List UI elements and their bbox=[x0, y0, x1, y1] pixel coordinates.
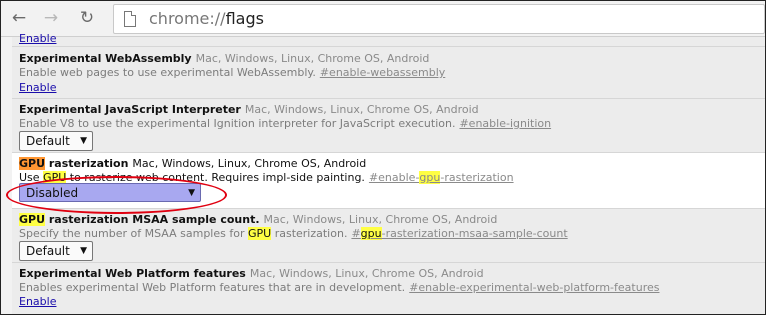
experiment-description: Specify the number of MSAA samples for G… bbox=[19, 227, 568, 240]
experiment-partial: Enable bbox=[12, 32, 765, 47]
dropdown-arrow-icon: ▼ bbox=[80, 246, 87, 256]
enable-link[interactable]: Enable bbox=[19, 32, 56, 45]
experiment-platforms: Mac, Windows, Linux, Chrome OS, Android bbox=[195, 52, 430, 65]
experiment-title: Experimental JavaScript Interpreter Mac, … bbox=[19, 103, 479, 116]
browser-window: ← → ↻ chrome://flags Enable Experimental… bbox=[0, 0, 766, 315]
experiment-description: Enable V8 to use the experimental Igniti… bbox=[19, 117, 552, 130]
experiment-anchor[interactable]: #enable-webassembly bbox=[320, 66, 445, 79]
enable-link[interactable]: Enable bbox=[19, 295, 56, 308]
experiment-platforms: Mac, Windows, Linux, Chrome OS, Android bbox=[249, 267, 484, 280]
dropdown-arrow-icon: ▼ bbox=[80, 136, 87, 146]
experiment-web-platform: Experimental Web Platform features Mac, W… bbox=[12, 263, 765, 314]
experiment-anchor[interactable]: #gpu-rasterization-msaa-sample-count bbox=[351, 227, 568, 240]
experiment-js-interpreter: Experimental JavaScript Interpreter Mac, … bbox=[12, 99, 765, 153]
experiment-webassembly: Experimental WebAssembly Mac, Windows, Li… bbox=[12, 47, 765, 99]
forward-arrow-icon[interactable]: → bbox=[42, 9, 60, 27]
experiment-platforms: Mac, Windows, Linux, Chrome OS, Android bbox=[263, 213, 498, 226]
select-value: Default bbox=[26, 134, 70, 148]
experiment-anchor[interactable]: #enable-experimental-web-platform-featur… bbox=[409, 281, 659, 294]
experiment-platforms: Mac, Windows, Linux, Chrome OS, Android bbox=[244, 103, 479, 116]
experiment-title: Experimental Web Platform features Mac, W… bbox=[19, 267, 484, 280]
page-icon bbox=[124, 11, 136, 27]
browser-toolbar: ← → ↻ chrome://flags bbox=[1, 1, 765, 37]
enable-link[interactable]: Enable bbox=[19, 81, 56, 94]
experiment-description: Enables experimental Web Platform featur… bbox=[19, 281, 660, 294]
experiment-description: Enable web pages to use experimental Web… bbox=[19, 66, 446, 79]
annotation-oval bbox=[6, 176, 227, 214]
back-arrow-icon[interactable]: ← bbox=[10, 9, 28, 27]
experiment-select[interactable]: Default ▼ bbox=[19, 131, 93, 151]
experiment-anchor[interactable]: #enable-ignition bbox=[459, 117, 551, 130]
url-text: chrome://flags bbox=[149, 9, 264, 28]
reload-icon[interactable]: ↻ bbox=[78, 9, 96, 27]
experiment-title: Experimental WebAssembly Mac, Windows, Li… bbox=[19, 52, 430, 65]
experiment-platforms: Mac, Windows, Linux, Chrome OS, Android bbox=[132, 157, 367, 170]
address-bar[interactable]: chrome://flags bbox=[113, 4, 765, 34]
select-value: Default bbox=[26, 244, 70, 258]
experiment-title: GPU rasterization Mac, Windows, Linux, Ch… bbox=[19, 157, 367, 170]
experiment-anchor[interactable]: #enable-gpu-rasterization bbox=[369, 171, 514, 184]
experiment-gpu-msaa: GPU rasterization MSAA sample count. Mac,… bbox=[12, 209, 765, 263]
experiment-title: GPU rasterization MSAA sample count. Mac,… bbox=[19, 213, 498, 226]
experiment-select[interactable]: Default ▼ bbox=[19, 241, 93, 261]
